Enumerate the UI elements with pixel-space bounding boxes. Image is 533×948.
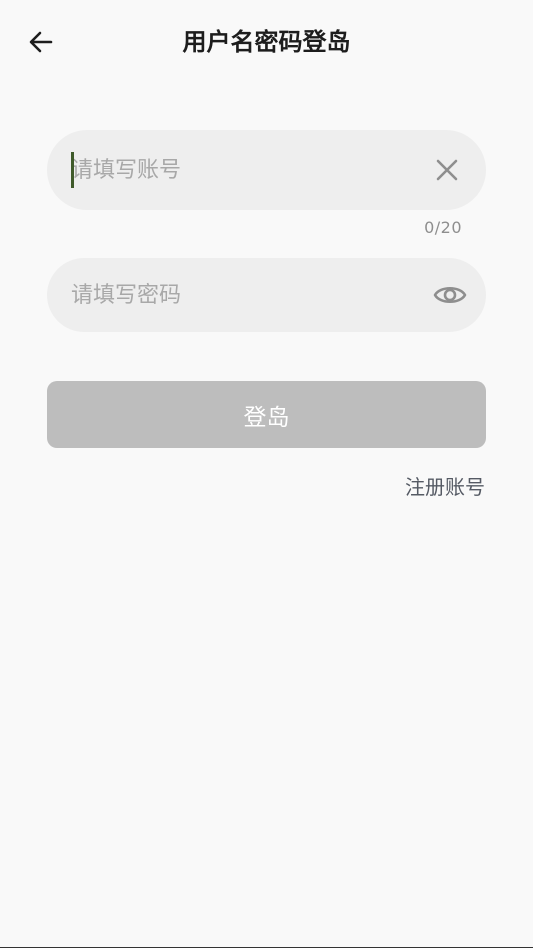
text-cursor bbox=[71, 152, 74, 188]
eye-icon bbox=[433, 286, 467, 304]
clear-account-button[interactable] bbox=[430, 153, 464, 187]
password-input[interactable] bbox=[71, 258, 411, 332]
toggle-password-visibility-button[interactable] bbox=[430, 277, 470, 313]
register-account-link[interactable]: 注册账号 bbox=[405, 474, 485, 500]
account-field[interactable] bbox=[47, 130, 486, 210]
app-header: 用户名密码登岛 bbox=[0, 0, 533, 84]
account-char-counter: 0/20 bbox=[424, 218, 462, 237]
login-button[interactable]: 登岛 bbox=[47, 381, 486, 448]
close-icon bbox=[436, 159, 458, 181]
password-field[interactable] bbox=[47, 258, 486, 332]
account-input[interactable] bbox=[71, 130, 411, 210]
page-title: 用户名密码登岛 bbox=[182, 28, 351, 56]
